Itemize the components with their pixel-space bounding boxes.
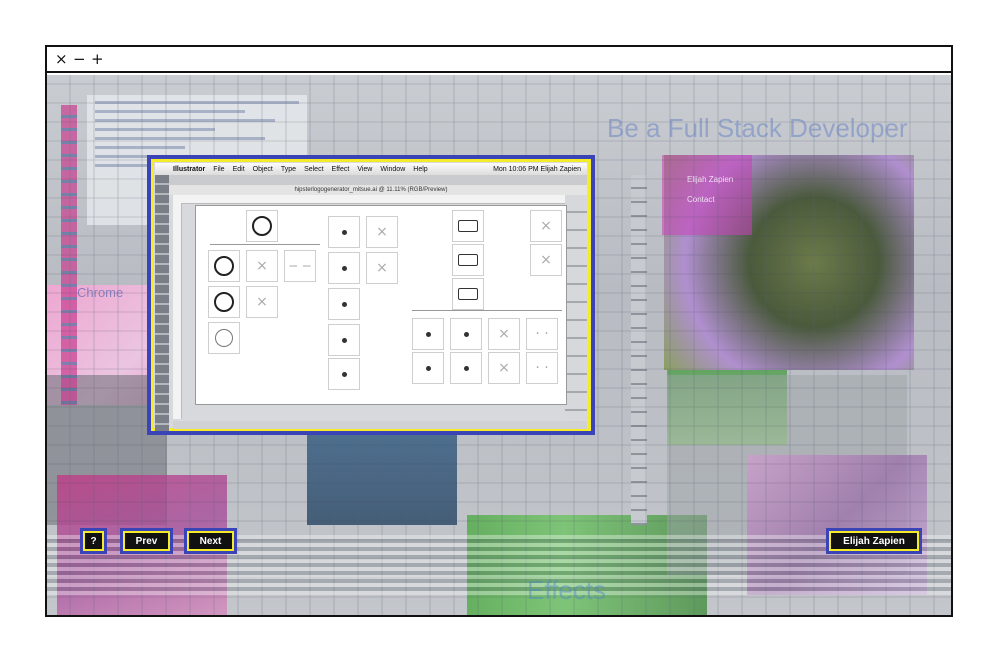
glitch-bands (47, 535, 951, 595)
artboard: × ‒ ‒ × × × × · · × · · × × (195, 205, 567, 405)
document-title-bar: hipsterlogogenerator_mitsue.ai @ 11.11% … (155, 185, 587, 195)
dot-icon (341, 265, 347, 271)
logo-node (412, 352, 444, 384)
dot-icon (341, 301, 347, 307)
logo-node: · · (526, 318, 558, 350)
cross-icon: × (540, 218, 552, 234)
logo-node (412, 318, 444, 350)
document-title: hipsterlogogenerator_mitsue.ai @ 11.11% … (294, 187, 448, 193)
circle-icon (214, 256, 234, 276)
menu-view: View (357, 165, 373, 173)
title-bar: × − + (47, 47, 951, 73)
menu-help: Help (413, 165, 428, 173)
logo-node (208, 250, 240, 282)
badge-icon (458, 220, 478, 232)
dot-icon (425, 331, 431, 337)
logo-node (208, 322, 240, 354)
dash-icon: · · (535, 326, 549, 342)
logo-node-root (246, 210, 278, 242)
menu-type: Type (280, 165, 297, 173)
logo-node: ‒ ‒ (284, 250, 316, 282)
tools-panel (155, 175, 169, 431)
menu-object: Object (252, 165, 273, 173)
headline-text: Be a Full Stack Developer (607, 113, 908, 143)
right-panel (565, 195, 587, 419)
logo-node: × (530, 244, 562, 276)
logo-node: × (488, 352, 520, 384)
logo-node: × (366, 252, 398, 284)
logo-node (450, 318, 482, 350)
next-button[interactable]: Next (184, 528, 237, 554)
logo-node (208, 286, 240, 318)
logo-node: × (246, 286, 278, 318)
illustrator-menubar: Illustrator File Edit Object Type Select… (155, 163, 587, 175)
logo-node (328, 288, 360, 320)
dot-icon (341, 229, 347, 235)
cross-icon: × (540, 252, 552, 268)
logo-node: × (488, 318, 520, 350)
contact-label: Contact (687, 195, 715, 204)
prev-button[interactable]: Prev (120, 528, 173, 554)
help-button[interactable]: ? (80, 528, 107, 554)
cross-icon: × (256, 294, 268, 310)
logo-node: × (246, 250, 278, 282)
dot-icon (341, 371, 347, 377)
dot-icon (425, 365, 431, 371)
cross-icon: × (376, 224, 388, 240)
minimize-icon[interactable]: − (73, 51, 86, 67)
viewer-window: × − + Be a Full Stack Developer Chrome E… (45, 45, 953, 617)
logo-node (328, 324, 360, 356)
badge-icon (458, 254, 478, 266)
dash-icon: ‒ ‒ (288, 258, 312, 274)
collage-canvas: Be a Full Stack Developer Chrome Elijah … (47, 75, 951, 615)
badge-icon (458, 288, 478, 300)
logo-node (452, 210, 484, 242)
connector-line (412, 310, 562, 311)
dot-icon (341, 337, 347, 343)
close-icon[interactable]: × (55, 51, 68, 67)
logo-node (452, 244, 484, 276)
dot-icon (463, 331, 469, 337)
menu-effect: Effect (331, 165, 350, 173)
menu-select: Select (304, 165, 324, 173)
menu-file: File (213, 165, 225, 173)
status-bar (173, 421, 587, 429)
cross-icon: × (376, 260, 388, 276)
chrome-label: Chrome (77, 285, 124, 300)
illustrator-screenshot: Illustrator File Edit Object Type Select… (147, 155, 595, 435)
circle-icon (215, 329, 233, 347)
menubar-clock: Mon 10:06 PM Elijah Zapien (493, 165, 581, 173)
effects-label: Effects (527, 575, 607, 605)
circle-icon (214, 292, 234, 312)
logo-node (450, 352, 482, 384)
left-ruler (173, 203, 182, 419)
logo-node (328, 252, 360, 284)
maximize-icon[interactable]: + (91, 51, 104, 67)
menu-edit: Edit (232, 165, 245, 173)
cross-icon: × (256, 258, 268, 274)
dash-icon: · · (535, 360, 549, 376)
cross-icon: × (498, 360, 510, 376)
logo-node: · · (526, 352, 558, 384)
logo-node: × (530, 210, 562, 242)
cross-icon: × (498, 326, 510, 342)
connector-line (210, 244, 320, 245)
menu-illustrator: Illustrator (173, 165, 206, 173)
author-button[interactable]: Elijah Zapien (826, 528, 922, 554)
logo-node (452, 278, 484, 310)
logo-node: × (366, 216, 398, 248)
control-bar (155, 175, 587, 185)
dot-icon (463, 365, 469, 371)
logo-node (328, 358, 360, 390)
top-ruler (173, 195, 577, 204)
logo-node (328, 216, 360, 248)
name-label: Elijah Zapien (687, 175, 734, 184)
circle-icon (252, 216, 272, 236)
menu-window: Window (380, 165, 406, 173)
